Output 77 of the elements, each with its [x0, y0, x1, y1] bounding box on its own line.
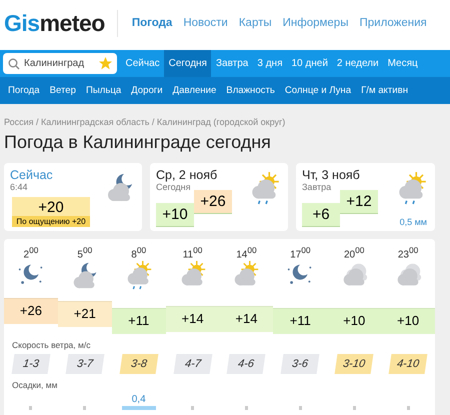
- period-tab[interactable]: 2 недели: [332, 50, 384, 77]
- nav-link[interactable]: Новости: [183, 17, 228, 29]
- nav-link[interactable]: Погода: [132, 17, 172, 29]
- card-subtitle: Завтра: [302, 182, 332, 192]
- hour-label: 5$^{00}$: [77, 245, 92, 260]
- hour-label: 17$^{00}$: [290, 245, 310, 260]
- breadcrumb: Россия / Калининградская область / Калининград (городской округ): [4, 117, 286, 127]
- section-link[interactable]: Давление: [172, 85, 216, 96]
- card-heading: Сейчас: [10, 168, 54, 182]
- temperature: +20: [37, 198, 65, 216]
- star-icon[interactable]: [99, 57, 112, 70]
- nav-link[interactable]: Карты: [238, 17, 272, 29]
- precipitation-amount: 0,4: [132, 394, 146, 406]
- forecast-card[interactable]: Сейчас 6:44 +20 По ощущению +20: [4, 163, 142, 231]
- min-temperature: +10: [156, 203, 194, 227]
- precipitation-bar: [29, 406, 32, 410]
- feels-like: По ощущению +20: [12, 216, 90, 227]
- period-tab[interactable]: 10 дней: [287, 50, 332, 77]
- hour-label: 14$^{00}$: [236, 245, 257, 260]
- wind-speed: 3-8: [119, 354, 158, 374]
- card-subtitle: 6:44: [10, 182, 29, 192]
- precipitation-bar: [191, 406, 194, 410]
- forecast-card[interactable]: Чт, 3 нояб Завтра +6 +12 0,5 мм: [296, 163, 435, 231]
- wind-speed: 4-10: [388, 354, 428, 374]
- section-link[interactable]: Г/м активн: [361, 85, 408, 96]
- wind-speed: 4-6: [227, 354, 266, 374]
- card-subtitle: Сегодня: [156, 182, 192, 192]
- precipitation-bar: [244, 406, 248, 410]
- min-temperature: +6: [302, 203, 340, 227]
- period-tab[interactable]: Сегодня: [164, 50, 212, 77]
- section-link[interactable]: Ветер: [50, 85, 76, 96]
- precipitation: 0,5 мм: [400, 217, 427, 227]
- max-temperature: +26: [194, 190, 232, 214]
- section-link[interactable]: Пыльца: [86, 85, 122, 96]
- temperature-bar: +26: [4, 298, 58, 324]
- search-field[interactable]: Калининград: [3, 53, 117, 74]
- wind-speed: 3-10: [334, 354, 374, 374]
- search-icon: [8, 58, 20, 70]
- temperature-bar: +11: [112, 308, 166, 334]
- page-title: Погода в Калининграде сегодня: [4, 132, 272, 153]
- section-link[interactable]: Влажность: [226, 85, 275, 96]
- wind-speed: 4-7: [173, 354, 212, 374]
- nav-link[interactable]: Приложения: [359, 17, 427, 29]
- max-temperature: +12: [340, 190, 378, 214]
- precipitation-bar: [122, 406, 156, 410]
- wind-speed: 3-6: [280, 354, 320, 374]
- forecast-card[interactable]: Ср, 2 нояб Сегодня +10 +26: [150, 163, 288, 231]
- wind-label: Скорость ветра, м/с: [11, 339, 92, 350]
- period-tab[interactable]: Сейчас: [121, 50, 164, 77]
- precipitation-bar: [352, 406, 356, 410]
- precipitation-bar: [83, 406, 86, 410]
- section-link[interactable]: Солнце и Луна: [284, 85, 352, 96]
- section-link[interactable]: Погода: [8, 85, 40, 96]
- card-heading: Чт, 3 нояб: [302, 168, 361, 182]
- wind-speed: 3-7: [65, 354, 104, 374]
- temperature-bar: +14: [166, 306, 220, 332]
- card-heading: Ср, 2 нояб: [156, 168, 218, 182]
- hour-label: 8$^{00}$: [131, 245, 146, 260]
- temperature-bar: +14: [220, 306, 274, 332]
- period-tab[interactable]: Завтра: [211, 50, 253, 77]
- hour-label: 11$^{00}$: [182, 245, 202, 260]
- hour-label: 23$^{00}$: [398, 245, 418, 260]
- temperature-bar: +21: [58, 301, 112, 328]
- nav-link[interactable]: Информеры: [282, 17, 348, 29]
- temperature-bar: +10: [381, 308, 435, 334]
- hour-label: 20$^{00}$: [344, 245, 364, 260]
- period-tab[interactable]: Месяц: [383, 50, 422, 77]
- wind-speed: 1-3: [12, 354, 50, 374]
- temperature-bar: +10: [327, 308, 382, 334]
- hour-label: 2$^{00}$: [24, 245, 38, 260]
- temperature-bar: +11: [273, 308, 328, 334]
- precipitation-label: Осадки, мм: [11, 379, 58, 390]
- logo[interactable]: Gismeteo: [4, 10, 118, 36]
- precipitation-bar: [406, 406, 410, 410]
- section-link[interactable]: Дороги: [131, 85, 163, 96]
- precipitation-bar: [298, 406, 302, 410]
- period-tab[interactable]: 3 дня: [252, 50, 287, 77]
